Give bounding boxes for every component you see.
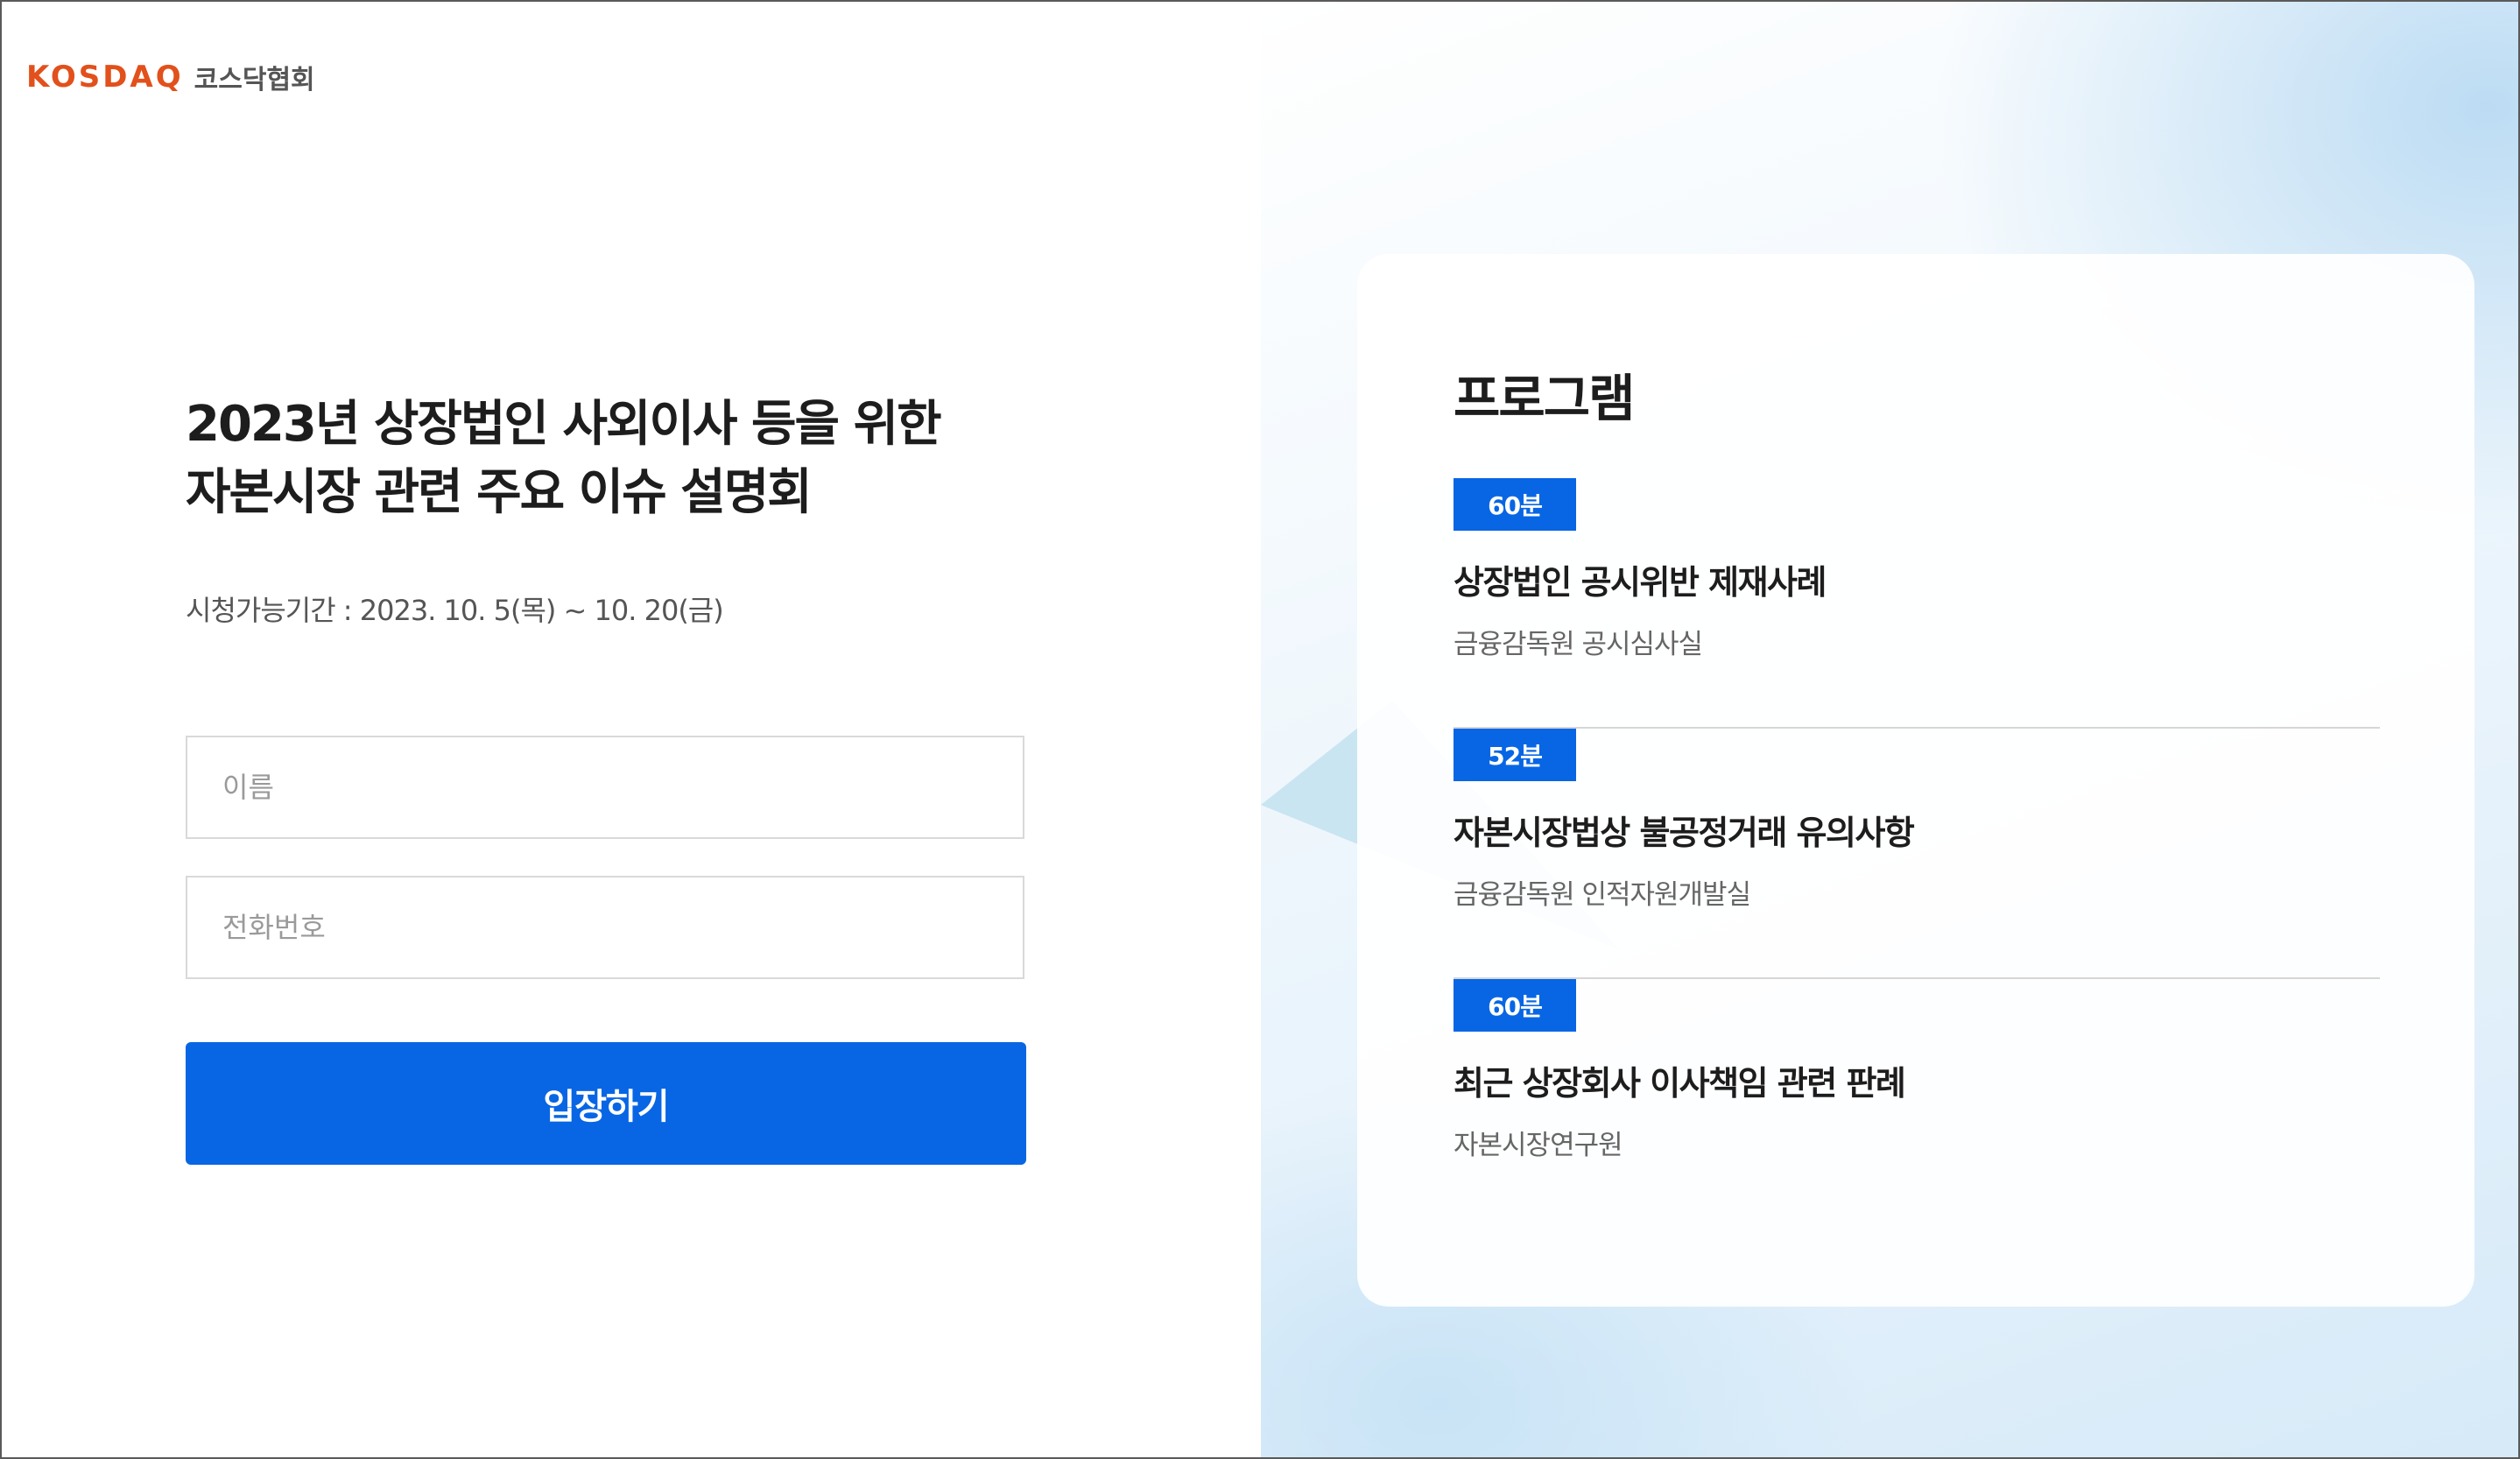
program-item-title: 최근 상장회사 이사책임 관련 판례 — [1454, 1064, 1906, 1103]
name-input[interactable] — [186, 736, 1024, 839]
program-card: 프로그램 60분 상장법인 공시위반 제재사례 금융감독원 공시심사실 52분 … — [1357, 254, 2474, 1307]
enter-button[interactable]: 입장하기 — [186, 1042, 1026, 1165]
program-title: 프로그램 — [1454, 369, 1635, 428]
program-item: 52분 자본시장법상 불공정거래 유의사항 금융감독원 인적자원개발실 — [1454, 729, 2380, 979]
page-frame: KOSDAQ 코스닥협회 2023년 상장법인 사외이사 등을 위한 자본시장 … — [0, 0, 2520, 1459]
page-title-line-2: 자본시장 관련 주요 이슈 설명회 — [186, 464, 813, 521]
duration-badge: 60분 — [1454, 478, 1576, 531]
program-item: 60분 최근 상장회사 이사책임 관련 판례 자본시장연구원 — [1454, 979, 2380, 1230]
logo-text-en: KOSDAQ — [26, 60, 184, 95]
page-title-line-1: 2023년 상장법인 사외이사 등을 위한 — [186, 396, 942, 453]
program-item-presenter: 금융감독원 인적자원개발실 — [1454, 879, 1751, 911]
logo-text-kr: 코스닥협회 — [194, 65, 315, 95]
program-item: 60분 상장법인 공시위반 제재사례 금융감독원 공시심사실 — [1454, 478, 2380, 729]
viewing-period: 시청가능기간 : 2023. 10. 5(목) ~ 10. 20(금) — [186, 594, 724, 627]
phone-input[interactable] — [186, 876, 1024, 979]
page-title: 2023년 상장법인 사외이사 등을 위한 자본시장 관련 주요 이슈 설명회 — [186, 391, 1061, 527]
duration-badge: 52분 — [1454, 729, 1576, 781]
program-item-presenter: 금융감독원 공시심사실 — [1454, 629, 1703, 660]
kosdaq-logo[interactable]: KOSDAQ 코스닥협회 — [26, 58, 315, 96]
program-item-title: 상장법인 공시위반 제재사례 — [1454, 563, 1827, 602]
program-item-presenter: 자본시장연구원 — [1454, 1130, 1623, 1161]
duration-badge: 60분 — [1454, 979, 1576, 1032]
program-item-title: 자본시장법상 불공정거래 유의사항 — [1454, 814, 1915, 852]
